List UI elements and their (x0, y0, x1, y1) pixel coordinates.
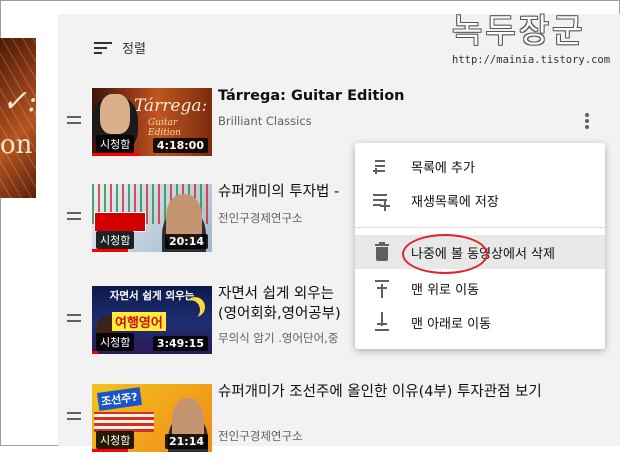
watch-progress-bar (92, 153, 140, 156)
move-to-top-icon (355, 271, 411, 305)
video-title[interactable]: Tárrega: Guitar Edition (218, 86, 458, 106)
flag-art (94, 412, 154, 432)
duration-badge: 20:14 (164, 234, 208, 249)
duration-badge: 3:49:15 (152, 336, 208, 351)
watched-badge: 시청함 (96, 431, 135, 449)
video-title[interactable]: 슈퍼개미가 조선주에 올인한 이유(4부) 투자관점 보기 (218, 382, 568, 402)
watched-badge: 시청함 (96, 135, 135, 153)
thumbnail-title-text: Tárrega: (134, 96, 208, 116)
channel-name[interactable]: 무의식 암기 .영어단어,중 (218, 330, 338, 346)
watched-badge: 시청함 (96, 333, 135, 351)
playlist-header-thumbnail[interactable]: ✓: on (0, 38, 36, 198)
video-thumbnail[interactable]: Tárrega: Guitar Edition 시청함 4:18:00 (92, 88, 212, 156)
watch-progress-bar (92, 449, 128, 452)
menu-item-move-to-bottom[interactable]: 맨 아래로 이동 (355, 305, 605, 339)
thumbnail-subtitle-text: Guitar Edition (148, 118, 181, 138)
menu-item-label: 재생목록에 저장 (411, 194, 499, 210)
watch-progress-bar (92, 249, 128, 252)
video-thumbnail[interactable]: 자면서 쉽게 외우는 여행영어 시청함 3:49:15 (92, 286, 212, 354)
red-caption-box (94, 212, 146, 232)
channel-name[interactable]: 전인구경제연구소 (218, 210, 303, 226)
annotation-circle (402, 234, 488, 274)
playlist-add-icon (355, 183, 411, 217)
duration-badge: 21:14 (164, 434, 208, 449)
thumbnail-tag-text: 조선주? (96, 387, 142, 411)
watched-badge: 시청함 (96, 231, 135, 249)
guitarist-portrait (100, 94, 130, 134)
watermark-url: http://mainia.tistory.com (452, 54, 611, 66)
drag-handle-icon[interactable] (67, 212, 81, 220)
menu-item-save-to-playlist[interactable]: 재생목록에 저장 (355, 183, 605, 217)
video-thumbnail[interactable]: 조선주? 시청함 21:14 (92, 384, 212, 452)
menu-item-label: 맨 아래로 이동 (411, 316, 492, 332)
menu-divider (355, 227, 605, 228)
drag-handle-icon[interactable] (67, 412, 81, 420)
menu-item-label: 맨 위로 이동 (411, 282, 480, 298)
watch-progress-bar (92, 351, 98, 354)
sort-button[interactable]: 정렬 (94, 38, 146, 57)
menu-item-label: 목록에 추가 (411, 160, 475, 176)
add-to-queue-icon (355, 149, 411, 183)
thumbnail-glyph-letter: ✓: (2, 84, 36, 119)
move-to-bottom-icon (355, 305, 411, 339)
drag-handle-icon[interactable] (67, 314, 81, 322)
watermark-title: 녹두장군 (452, 11, 586, 50)
more-actions-icon[interactable] (580, 112, 594, 130)
menu-item-move-to-top[interactable]: 맨 위로 이동 (355, 271, 605, 305)
thumbnail-highlight-text: 여행영어 (112, 312, 166, 331)
channel-name[interactable]: 전인구경제연구소 (218, 428, 303, 444)
thumbnail-glyph-text: on (0, 130, 33, 160)
drag-handle-icon[interactable] (67, 116, 81, 124)
menu-item-add-to-queue[interactable]: 목록에 추가 (355, 149, 605, 183)
channel-name[interactable]: Brilliant Classics (218, 114, 312, 128)
sort-icon (94, 40, 114, 56)
moon-icon (180, 300, 200, 320)
sort-label: 정렬 (122, 42, 146, 57)
duration-badge: 4:18:00 (152, 138, 208, 153)
video-thumbnail[interactable]: 시청함 20:14 (92, 184, 212, 252)
video-row[interactable]: 조선주? 시청함 21:14 슈퍼개미가 조선주에 올인한 이유(4부) 투자관… (60, 382, 600, 460)
